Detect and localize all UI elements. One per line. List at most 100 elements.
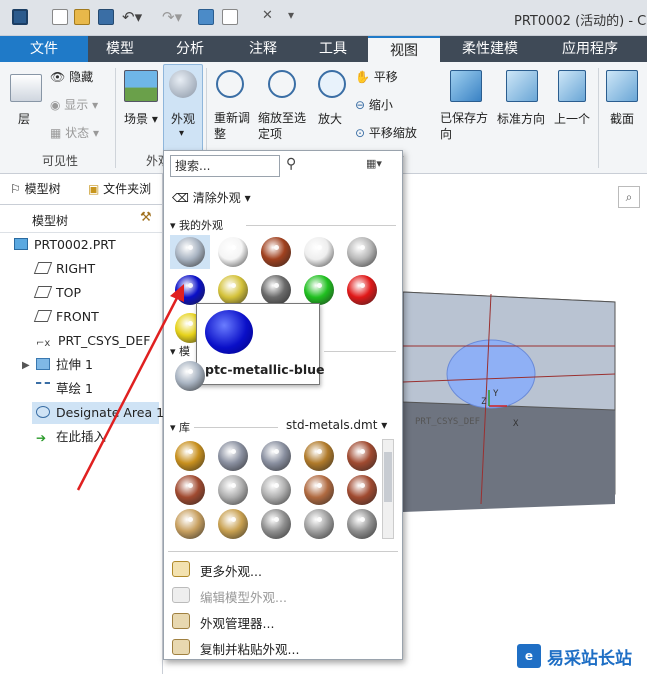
previous-button[interactable]: 上一个 — [554, 110, 590, 127]
saved-orientations-icon[interactable] — [450, 70, 482, 102]
tab-view[interactable]: 视图 — [368, 36, 440, 62]
windows-icon[interactable] — [222, 9, 238, 25]
tab-annotate[interactable]: 注释 — [228, 36, 298, 62]
new-file-icon[interactable] — [52, 9, 68, 25]
appearance-swatch[interactable] — [175, 275, 205, 305]
appearance-swatch[interactable] — [175, 475, 205, 505]
library-file-select[interactable]: std-metals.dmt ▾ — [286, 418, 387, 432]
view-options-icon[interactable]: ▦▾ — [366, 157, 382, 170]
scene-button[interactable]: 场景 ▾ — [124, 110, 158, 127]
appearance-swatch[interactable] — [218, 237, 248, 267]
tab-applications[interactable]: 应用程序 — [540, 36, 640, 62]
appearance-swatch[interactable] — [347, 237, 377, 267]
appearance-swatch[interactable] — [304, 475, 334, 505]
zoom-to-selected-button[interactable]: 缩放至选定项 — [258, 110, 308, 142]
copy-paste-appearance-item[interactable]: 复制并粘贴外观... — [200, 639, 299, 658]
watermark: e 易采站长站 — [513, 638, 647, 674]
search-input[interactable]: 搜索... — [170, 155, 280, 177]
close-window-icon[interactable]: ✕ — [262, 8, 273, 23]
tree-item-label: RIGHT — [56, 261, 96, 276]
tab-file[interactable]: 文件 — [0, 36, 88, 62]
previous-orientation-icon[interactable] — [558, 70, 586, 102]
zoom-in-icon[interactable] — [318, 70, 346, 98]
appearance-manager-item[interactable]: 外观管理器... — [200, 613, 274, 632]
tree-item-extrude[interactable]: 拉伸 1 — [36, 354, 93, 376]
show-button[interactable]: ◉ 显示 ▾ — [50, 96, 98, 113]
appearance-swatch[interactable] — [261, 237, 291, 267]
zoom-in-button[interactable]: 放大 — [318, 110, 342, 127]
appearance-swatch[interactable] — [218, 475, 248, 505]
appearance-swatch[interactable] — [175, 441, 205, 471]
status-button[interactable]: ▦ 状态 ▾ — [50, 124, 99, 141]
redo-icon[interactable]: ↷▾ — [162, 8, 182, 26]
library-section[interactable]: ▾ 库 — [170, 419, 190, 435]
search-icon[interactable]: ⚲ — [286, 156, 296, 172]
tree-item-top[interactable]: TOP — [33, 282, 81, 304]
hide-button[interactable]: 👁 隐藏 — [50, 68, 93, 85]
clear-appearance-button[interactable]: ⌫ 清除外观 ▾ — [172, 189, 251, 206]
expand-icon[interactable]: ▶ — [22, 360, 30, 371]
model-section[interactable]: ▾ 模 — [170, 343, 190, 359]
appearance-swatch[interactable] — [175, 509, 205, 539]
tab-tools[interactable]: 工具 — [298, 36, 368, 62]
appearance-swatch[interactable] — [347, 441, 377, 471]
zoom-out-icon: ⊖ — [355, 98, 369, 112]
more-appearances-item[interactable]: 更多外观... — [200, 561, 262, 580]
settings-icon[interactable]: ⚒ — [140, 210, 152, 225]
pan-zoom-button[interactable]: ⊙ 平移缩放 — [355, 124, 417, 141]
save-icon[interactable] — [98, 9, 114, 25]
appearance-swatch[interactable] — [261, 475, 291, 505]
appearance-swatch[interactable] — [218, 509, 248, 539]
tab-analysis[interactable]: 分析 — [152, 36, 228, 62]
divider — [0, 204, 162, 205]
tree-item-part[interactable]: PRT0002.PRT — [14, 234, 116, 256]
appearance-swatch[interactable] — [175, 361, 205, 391]
refit-button[interactable]: 重新调整 — [214, 110, 254, 142]
regenerate-icon[interactable] — [198, 9, 214, 25]
tab-model[interactable]: 模型 — [88, 36, 152, 62]
tab-model-tree[interactable]: ⚐ 模型树 — [10, 180, 61, 202]
appearance-swatch[interactable] — [261, 441, 291, 471]
appearance-swatch[interactable] — [304, 441, 334, 471]
appearance-swatch[interactable] — [304, 509, 334, 539]
layer-button[interactable]: 层 — [18, 110, 30, 127]
appearance-swatch[interactable] — [261, 275, 291, 305]
layer-icon[interactable] — [10, 74, 42, 102]
tree-item-designate-area[interactable]: Designate Area 1 — [36, 402, 164, 424]
standard-orientation-icon[interactable] — [506, 70, 538, 102]
tree-item-csys[interactable]: ⌐x PRT_CSYS_DEF — [36, 330, 150, 352]
appearance-swatch[interactable] — [347, 509, 377, 539]
library-label: 库 — [179, 421, 191, 434]
pan-button[interactable]: ✋ 平移 — [355, 68, 398, 85]
scene-icon[interactable] — [124, 70, 158, 102]
refit-icon[interactable] — [216, 70, 244, 98]
section-button[interactable]: 截面 — [610, 110, 634, 127]
tab-folder-browser[interactable]: ▣ 文件夹浏 — [88, 180, 151, 202]
tree-item-sketch[interactable]: 草绘 1 — [36, 378, 93, 400]
tree-item-front[interactable]: FRONT — [33, 306, 99, 328]
saved-orientations-button[interactable]: 已保存方向 — [440, 110, 492, 142]
undo-icon[interactable]: ↶▾ — [122, 8, 142, 26]
customize-toolbar-icon[interactable]: ▾ — [288, 8, 294, 22]
zoom-out-button[interactable]: ⊖ 缩小 — [355, 96, 393, 113]
appearance-swatch[interactable] — [347, 475, 377, 505]
csys-name-label: PRT_CSYS_DEF — [415, 417, 480, 427]
appearance-swatch[interactable] — [347, 275, 377, 305]
standard-orientation-button[interactable]: 标准方向 — [497, 110, 545, 127]
tree-item-insert-here[interactable]: ➔ 在此插入 — [36, 426, 106, 448]
open-folder-icon[interactable] — [74, 9, 90, 25]
appearance-swatch[interactable] — [304, 237, 334, 267]
appearance-swatch[interactable] — [175, 237, 205, 267]
section-icon[interactable] — [606, 70, 638, 102]
appearance-swatch[interactable] — [218, 441, 248, 471]
zoom-to-selected-icon[interactable] — [268, 70, 296, 98]
my-appearances-section[interactable]: ▾ 我的外观 — [170, 217, 223, 233]
tab-flexible-modeling[interactable]: 柔性建模 — [440, 36, 540, 62]
scrollbar-thumb[interactable] — [384, 452, 392, 502]
library-scrollbar[interactable] — [382, 439, 394, 539]
appearance-swatch[interactable] — [218, 275, 248, 305]
appearance-swatch[interactable] — [261, 509, 291, 539]
appearance-swatch[interactable] — [304, 275, 334, 305]
edit-model-appearance-item[interactable]: 编辑模型外观... — [200, 587, 287, 606]
tree-item-right[interactable]: RIGHT — [33, 258, 96, 280]
